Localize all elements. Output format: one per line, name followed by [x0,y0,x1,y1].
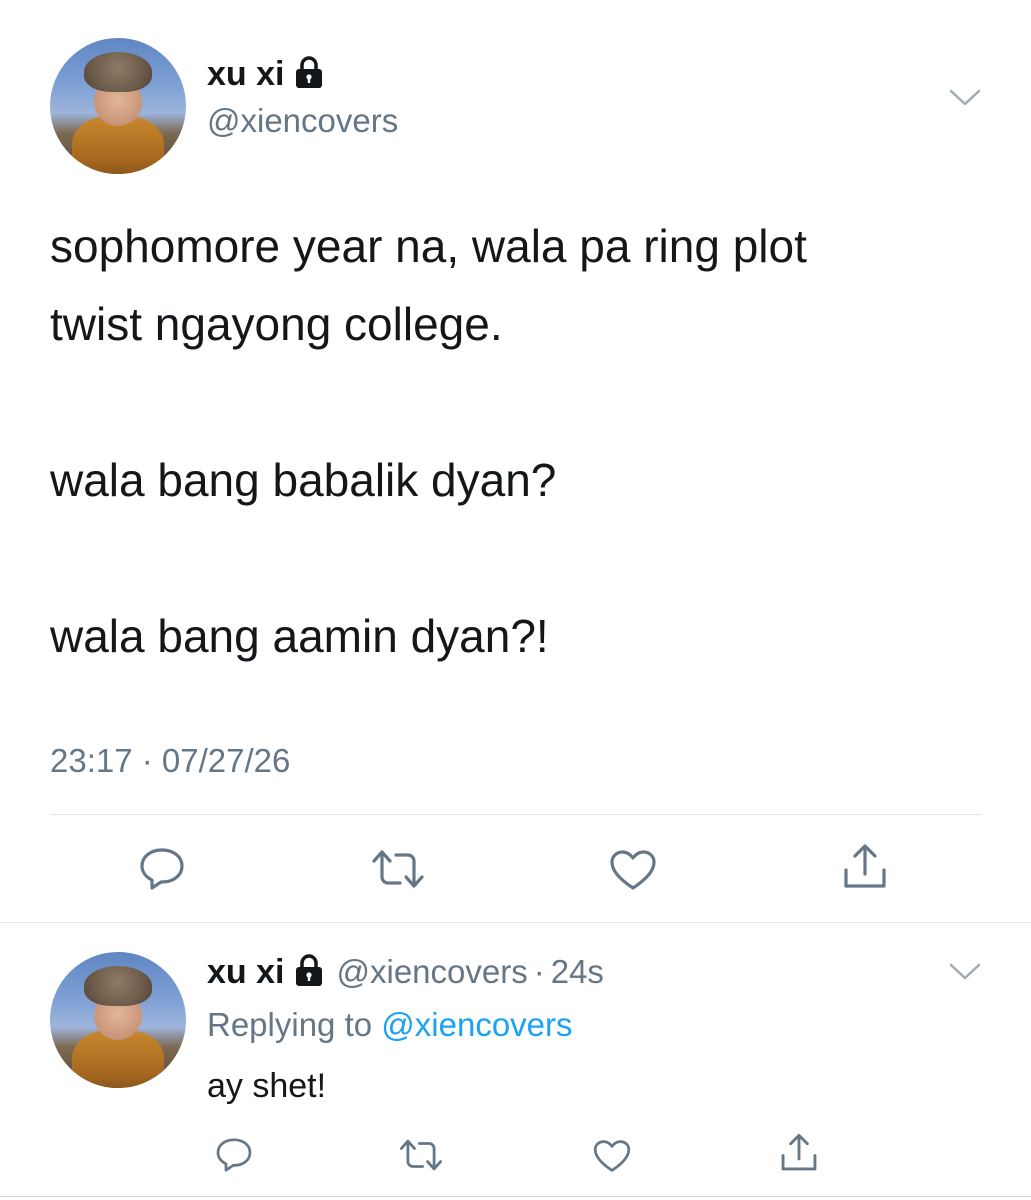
lock-icon [294,55,324,94]
lock-icon [294,953,324,992]
reply-age: 24s [550,953,604,990]
share-icon[interactable] [840,842,890,892]
author-handle[interactable]: @xiencovers [207,102,398,140]
tweet-text: sophomore year na, wala pa ring plot twi… [50,220,807,662]
reply-reply-icon[interactable] [214,1136,254,1174]
replying-to-line: Replying to @xiencovers [207,1006,573,1044]
replying-to-link[interactable]: @xiencovers [381,1006,572,1043]
reply-share-icon[interactable] [778,1132,820,1174]
reply-author-avatar[interactable] [50,952,186,1088]
section-divider [0,922,1031,923]
like-icon[interactable] [608,848,658,892]
reply-header[interactable]: xu xi @xiencovers · 24s [207,950,604,994]
retweet-icon[interactable] [370,847,426,891]
tweet-divider [50,814,982,815]
tweet-timestamp: 23:17 · 07/27/26 [50,742,291,779]
author-name: xu xi [207,54,285,93]
reply-like-icon[interactable] [592,1138,632,1174]
reply-text: ay shet! [207,1067,327,1105]
bottom-divider [0,1196,1031,1197]
author-avatar[interactable] [50,38,186,174]
reply-separator: · [533,953,545,990]
reply-retweet-icon[interactable] [398,1137,444,1173]
author-name-row[interactable]: xu xi [207,52,324,96]
reply-chevron-down-icon[interactable] [948,962,982,982]
reply-author-handle: @xiencovers [336,953,528,990]
chevron-down-icon[interactable] [948,88,982,108]
replying-to-prefix: Replying to [207,1006,373,1043]
reply-author-name: xu xi [207,952,285,991]
reply-icon[interactable] [137,846,187,892]
